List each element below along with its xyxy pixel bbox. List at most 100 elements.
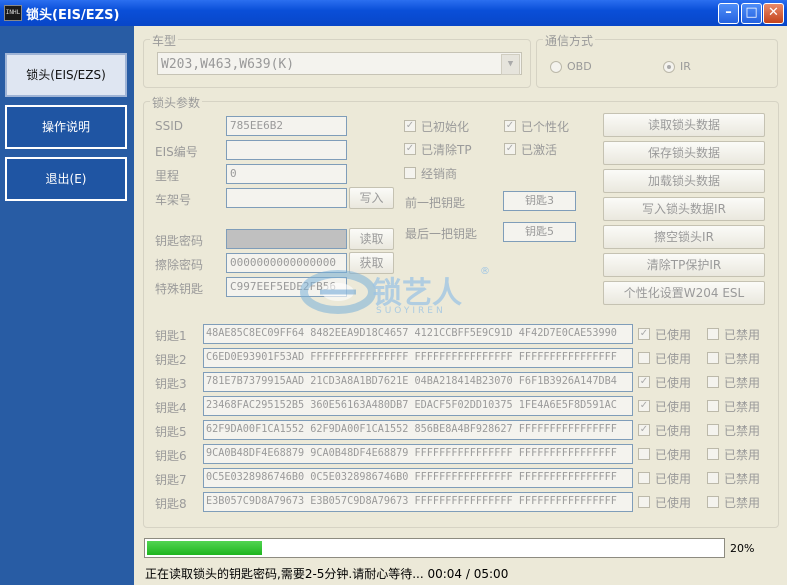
vin-field[interactable] xyxy=(226,188,347,208)
key-disabled-checkbox[interactable] xyxy=(707,496,719,508)
vehicle-select-value: W203,W463,W639(K) xyxy=(161,57,295,72)
title-bar[interactable]: INHL 锁头(EIS/EZS) – □ ✕ xyxy=(0,0,787,26)
key-disabled-checkbox[interactable] xyxy=(707,352,719,364)
key-label: 钥匙7 xyxy=(155,473,187,487)
key-password-field[interactable] xyxy=(226,229,347,249)
key-label: 钥匙1 xyxy=(155,329,187,343)
personalized-label: 已个性化 xyxy=(521,120,570,134)
key-disabled-label: 已禁用 xyxy=(724,472,761,486)
maximize-button[interactable]: □ xyxy=(741,3,762,24)
prev-key-label: 前一把钥匙 xyxy=(405,196,466,210)
eis-label: EIS编号 xyxy=(155,145,198,159)
ssid-field[interactable]: 785EE6B2 xyxy=(226,116,347,136)
watermark-subtext: SUOYIREN xyxy=(376,306,446,316)
key-label: 钥匙4 xyxy=(155,401,187,415)
tp-cleared-checkbox[interactable]: ✓ xyxy=(404,143,416,155)
key-disabled-label: 已禁用 xyxy=(724,496,761,510)
erase-lock-ir-button[interactable]: 擦空锁头IR xyxy=(603,225,765,249)
key-label: 钥匙3 xyxy=(155,377,187,391)
dealer-label: 经销商 xyxy=(421,167,458,181)
chevron-down-icon[interactable]: ▼ xyxy=(501,54,520,75)
key-data-field[interactable]: 23468FAC295152B5 360E56163A480DB7 EDACF5… xyxy=(203,396,633,416)
write-button[interactable]: 写入 xyxy=(349,187,394,209)
key-used-checkbox[interactable]: ✓ xyxy=(638,424,650,436)
key-disabled-label: 已禁用 xyxy=(724,328,761,342)
tp-cleared-label: 已清除TP xyxy=(421,143,472,157)
key-disabled-checkbox[interactable] xyxy=(707,424,719,436)
activated-checkbox[interactable]: ✓ xyxy=(504,143,516,155)
key-label: 钥匙6 xyxy=(155,449,187,463)
progress-bar xyxy=(144,538,725,558)
ssid-label: SSID xyxy=(155,119,184,133)
read-button[interactable]: 读取 xyxy=(349,228,394,250)
key-used-label: 已使用 xyxy=(655,472,692,486)
eis-field[interactable] xyxy=(226,140,347,160)
progress-percent: 20% xyxy=(730,542,755,555)
sidebar-item-instructions[interactable]: 操作说明 xyxy=(5,105,127,149)
key-disabled-checkbox[interactable] xyxy=(707,328,719,340)
key-password-label: 钥匙密码 xyxy=(155,234,204,248)
radio-obd[interactable] xyxy=(550,61,562,73)
key-used-checkbox[interactable]: ✓ xyxy=(638,328,650,340)
sidebar-item-lock[interactable]: 锁头(EIS/EZS) xyxy=(5,53,127,97)
activated-label: 已激活 xyxy=(521,143,558,157)
vin-label: 车架号 xyxy=(155,193,192,207)
personalized-checkbox[interactable]: ✓ xyxy=(504,120,516,132)
personalize-w204-esl-button[interactable]: 个性化设置W204 ESL xyxy=(603,281,765,305)
key-data-field[interactable]: 0C5E0328986746B0 0C5E0328986746B0 FFFFFF… xyxy=(203,468,633,488)
key-data-field[interactable]: 9CA0B48DF4E68879 9CA0B48DF4E68879 FFFFFF… xyxy=(203,444,633,464)
key-label: 钥匙5 xyxy=(155,425,187,439)
key-disabled-label: 已禁用 xyxy=(724,376,761,390)
sidebar-item-exit[interactable]: 退出(E) xyxy=(5,157,127,201)
write-lock-data-ir-button[interactable]: 写入锁头数据IR xyxy=(603,197,765,221)
key-label: 钥匙8 xyxy=(155,497,187,511)
sidebar: 锁头(EIS/EZS) 操作说明 退出(E) xyxy=(0,26,134,585)
key-data-field[interactable]: E3B057C9D8A79673 E3B057C9D8A79673 FFFFFF… xyxy=(203,492,633,512)
key-used-checkbox[interactable] xyxy=(638,448,650,460)
key-disabled-checkbox[interactable] xyxy=(707,472,719,484)
window-title: 锁头(EIS/EZS) xyxy=(26,8,120,23)
clear-tp-protection-ir-button[interactable]: 清除TP保护IR xyxy=(603,253,765,277)
key-used-checkbox[interactable] xyxy=(638,352,650,364)
radio-obd-label: OBD xyxy=(567,60,592,73)
load-lock-data-button[interactable]: 加载锁头数据 xyxy=(603,169,765,193)
key-used-checkbox[interactable] xyxy=(638,496,650,508)
key-used-checkbox[interactable] xyxy=(638,472,650,484)
key-used-checkbox[interactable]: ✓ xyxy=(638,376,650,388)
last-key-value: 钥匙5 xyxy=(503,222,576,242)
main-window: INHL 锁头(EIS/EZS) – □ ✕ 锁头(EIS/EZS) 操作说明 … xyxy=(0,0,787,585)
special-key-label: 特殊钥匙 xyxy=(155,282,204,296)
key-data-field[interactable]: 62F9DA00F1CA1552 62F9DA00F1CA1552 856BE8… xyxy=(203,420,633,440)
key-disabled-label: 已禁用 xyxy=(724,400,761,414)
key-disabled-checkbox[interactable] xyxy=(707,376,719,388)
key-label: 钥匙2 xyxy=(155,353,187,367)
radio-ir-label: IR xyxy=(680,60,691,73)
key-disabled-checkbox[interactable] xyxy=(707,448,719,460)
key-used-label: 已使用 xyxy=(655,376,692,390)
key-data-field[interactable]: 781E7B7379915AAD 21CD3A8A1BD7621E 04BA21… xyxy=(203,372,633,392)
key-used-label: 已使用 xyxy=(655,448,692,462)
key-used-label: 已使用 xyxy=(655,328,692,342)
key-disabled-label: 已禁用 xyxy=(724,424,761,438)
key-used-label: 已使用 xyxy=(655,400,692,414)
status-text: 正在读取锁头的钥匙密码,需要2-5分钟.请耐心等待... 00:04 / 05:… xyxy=(145,567,509,581)
erase-password-label: 擦除密码 xyxy=(155,258,204,272)
mileage-field[interactable]: 0 xyxy=(226,164,347,184)
key-used-checkbox[interactable]: ✓ xyxy=(638,400,650,412)
initialized-checkbox[interactable]: ✓ xyxy=(404,120,416,132)
key-data-field[interactable]: 48AE85C8EC09FF64 8482EEA9D18C4657 4121CC… xyxy=(203,324,633,344)
app-icon: INHL xyxy=(4,5,22,21)
radio-ir[interactable] xyxy=(663,61,675,73)
key-data-field[interactable]: C6ED0E93901F53AD FFFFFFFFFFFFFFFF FFFFFF… xyxy=(203,348,633,368)
save-lock-data-button[interactable]: 保存锁头数据 xyxy=(603,141,765,165)
progress-fill xyxy=(147,541,262,555)
key-disabled-checkbox[interactable] xyxy=(707,400,719,412)
close-button[interactable]: ✕ xyxy=(763,3,784,24)
dealer-checkbox[interactable] xyxy=(404,167,416,179)
watermark-registered: ® xyxy=(480,266,490,277)
minimize-button[interactable]: – xyxy=(718,3,739,24)
read-lock-data-button[interactable]: 读取锁头数据 xyxy=(603,113,765,137)
vehicle-select[interactable]: W203,W463,W639(K) ▼ xyxy=(157,52,522,75)
prev-key-value: 钥匙3 xyxy=(503,191,576,211)
key-disabled-label: 已禁用 xyxy=(724,352,761,366)
